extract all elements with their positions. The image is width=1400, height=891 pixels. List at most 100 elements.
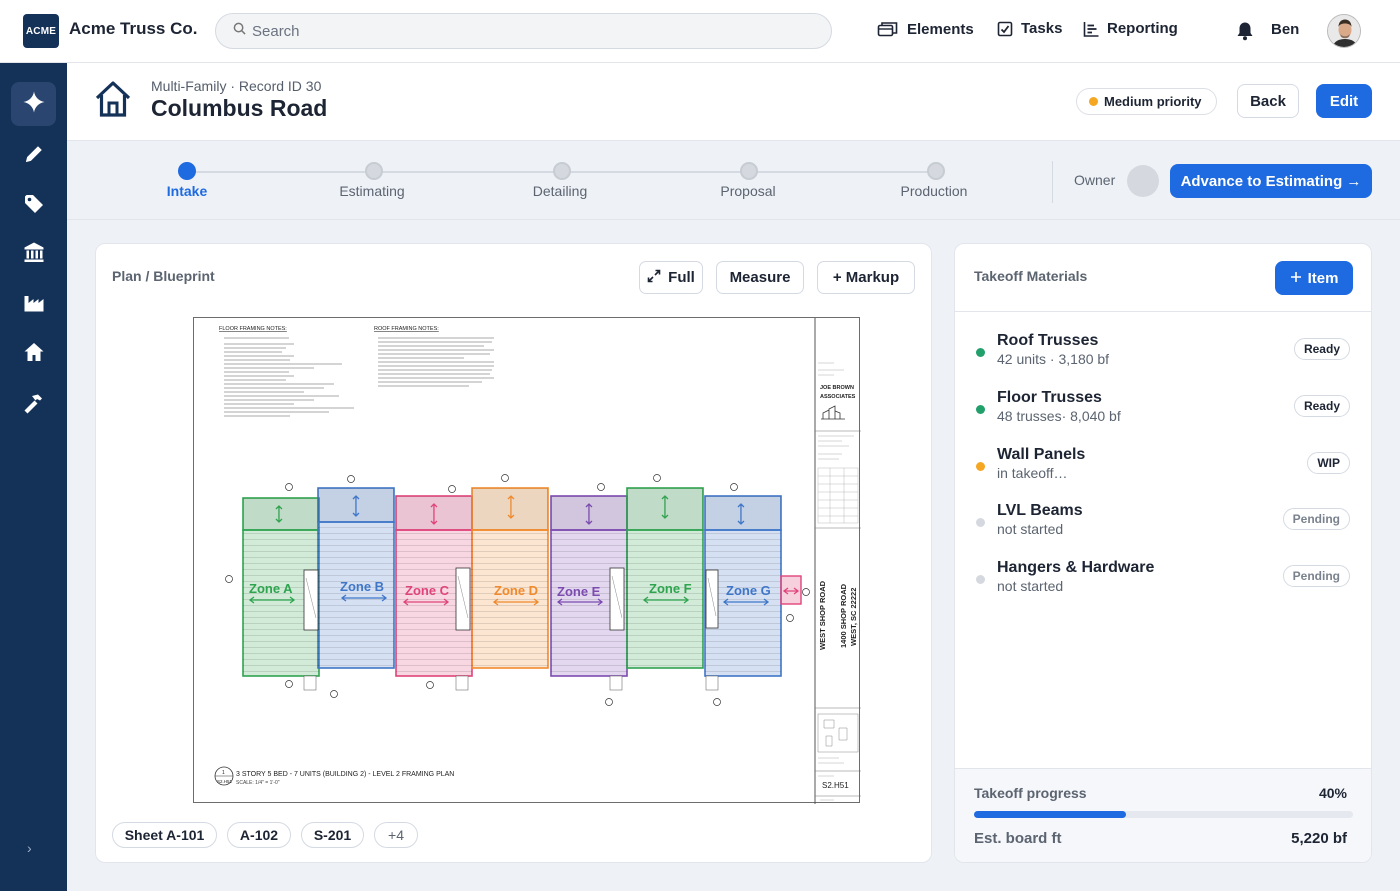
owner-avatar[interactable]	[1127, 165, 1159, 197]
hammer-icon	[23, 393, 45, 420]
bank-icon	[23, 241, 45, 268]
step-label-proposal[interactable]: Proposal	[720, 183, 775, 199]
step-label-production[interactable]: Production	[901, 183, 968, 199]
step-dot-intake[interactable]	[178, 162, 196, 180]
nav-elements-label: Elements	[907, 20, 974, 38]
search-box[interactable]	[215, 13, 832, 49]
user-avatar[interactable]	[1327, 14, 1361, 48]
sidebar-collapse-toggle[interactable]: ›	[27, 840, 32, 856]
zone-c-label[interactable]: Zone C	[405, 583, 450, 598]
measure-button[interactable]: Measure	[716, 261, 804, 294]
status-badge: WIP	[1307, 452, 1350, 474]
takeoff-panel-title: Takeoff Materials	[974, 268, 1088, 284]
house-outline-icon	[93, 79, 133, 124]
progress-label: Takeoff progress	[974, 785, 1087, 801]
priority-badge[interactable]: Medium priority	[1076, 88, 1217, 115]
firm-name-line-1: JOE BROWN	[820, 385, 854, 391]
priority-dot	[1089, 97, 1098, 106]
status-badge: Ready	[1293, 395, 1350, 417]
status-badge: Pending	[1282, 508, 1350, 530]
material-item-floor-trusses[interactable]: Floor Trusses 48 trusses· 8,040 bf Ready	[955, 385, 1371, 435]
nav-reporting-label: Reporting	[1107, 20, 1178, 37]
app-logo[interactable]: ACME	[23, 14, 59, 48]
material-detail: not started	[997, 578, 1064, 594]
material-detail: in takeoff…	[997, 465, 1068, 481]
nav-reporting[interactable]: Reporting	[1083, 20, 1178, 37]
material-name: LVL Beams	[997, 502, 1083, 519]
material-detail: not started	[997, 521, 1064, 537]
material-detail: 48 trusses· 8,040 bf	[997, 408, 1121, 424]
page-title: Columbus Road	[151, 95, 328, 121]
sidebar-item-tools[interactable]	[11, 384, 56, 428]
user-name[interactable]: Ben	[1271, 21, 1299, 38]
sidebar-item-edit[interactable]	[11, 134, 56, 178]
sheet-number-label: S2.H51	[822, 781, 849, 790]
blueprint-sheet[interactable]: FLOOR FRAMING NOTES: ROOF FRAMING NOTES:…	[193, 317, 861, 804]
material-item-wall-panels[interactable]: Wall Panels in takeoff… WIP	[955, 442, 1371, 492]
material-item-lvl-beams[interactable]: LVL Beams not started Pending	[955, 498, 1371, 548]
sidebar-item-finance[interactable]	[11, 232, 56, 276]
report-icon	[1083, 21, 1099, 37]
owner-label: Owner	[1074, 172, 1116, 188]
home-icon	[23, 341, 45, 368]
zone-d-label[interactable]: Zone D	[494, 583, 538, 598]
board-feet-label: Est. board ft	[974, 830, 1062, 847]
tag-icon	[23, 193, 45, 220]
step-label-detailing[interactable]: Detailing	[533, 183, 587, 199]
sidebar-item-assistant[interactable]	[11, 82, 56, 126]
nav-elements[interactable]: Elements	[877, 20, 974, 38]
sidebar-item-tags[interactable]	[11, 184, 56, 228]
search-input[interactable]	[252, 22, 792, 40]
board-feet-value: 5,220 bf	[1291, 830, 1347, 847]
zone-b-label[interactable]: Zone B	[340, 579, 384, 594]
takeoff-summary: Takeoff progress 40% Est. board ft 5,220…	[955, 768, 1371, 862]
progress-percent: 40%	[1318, 785, 1347, 801]
nav-tasks-label: Tasks	[1021, 20, 1063, 37]
markup-button[interactable]: + Markup	[817, 261, 915, 294]
material-name: Floor Trusses	[997, 389, 1102, 406]
step-label-intake[interactable]: Intake	[167, 183, 207, 199]
status-dot	[976, 518, 985, 527]
notes-block	[224, 337, 494, 417]
plan-panel-title: Plan / Blueprint	[112, 268, 215, 284]
full-button[interactable]: Full	[639, 261, 703, 294]
sheet-chip-s201[interactable]: S-201	[301, 822, 364, 848]
drawing-callout-sheet: S2.H51	[217, 779, 233, 784]
plan-panel: Plan / Blueprint Full Measure + Markup F…	[95, 243, 932, 863]
plus-icon	[1290, 270, 1302, 287]
back-button[interactable]: Back	[1237, 84, 1299, 118]
material-item-roof-trusses[interactable]: Roof Trusses 42 units · 3,180 bf Ready	[955, 328, 1371, 378]
zone-g-label[interactable]: Zone G	[726, 583, 771, 598]
step-dot-proposal[interactable]	[740, 162, 758, 180]
sidebar-item-manufacturing[interactable]	[11, 282, 56, 326]
bell-icon[interactable]	[1236, 21, 1254, 46]
advance-button[interactable]: Advance to Estimating →	[1170, 164, 1372, 198]
add-item-button[interactable]: Item	[1275, 261, 1353, 295]
step-dot-detailing[interactable]	[553, 162, 571, 180]
step-label-estimating[interactable]: Estimating	[339, 183, 404, 199]
zone-e-label[interactable]: Zone E	[557, 584, 601, 599]
search-icon	[233, 22, 246, 40]
status-dot	[976, 575, 985, 584]
project-city-label: WEST, SC 22222	[849, 588, 858, 646]
roof-notes-title: ROOF FRAMING NOTES:	[374, 326, 439, 332]
record-meta: Multi-Family · Record ID 30	[151, 78, 322, 94]
sheet-chip-a102[interactable]: A-102	[227, 822, 291, 848]
material-name: Wall Panels	[997, 446, 1086, 463]
sheet-chip-a101[interactable]: Sheet A-101	[112, 822, 217, 848]
step-dot-production[interactable]	[927, 162, 945, 180]
cards-icon	[877, 20, 899, 38]
sidebar-item-projects[interactable]	[11, 332, 56, 376]
zone-a-label[interactable]: Zone A	[249, 581, 293, 596]
progress-track	[974, 811, 1353, 818]
status-dot	[976, 462, 985, 471]
app-name: Acme Truss Co.	[69, 19, 198, 38]
material-item-hangers-hardware[interactable]: Hangers & Hardware not started Pending	[955, 555, 1371, 605]
nav-tasks[interactable]: Tasks	[997, 20, 1062, 37]
takeoff-divider	[955, 311, 1371, 312]
sheet-chip-more[interactable]: +4	[374, 822, 418, 848]
step-dot-estimating[interactable]	[365, 162, 383, 180]
zone-f-label[interactable]: Zone F	[649, 581, 692, 596]
drawing-callout-number: 1	[222, 770, 225, 776]
edit-button[interactable]: Edit	[1316, 84, 1372, 118]
